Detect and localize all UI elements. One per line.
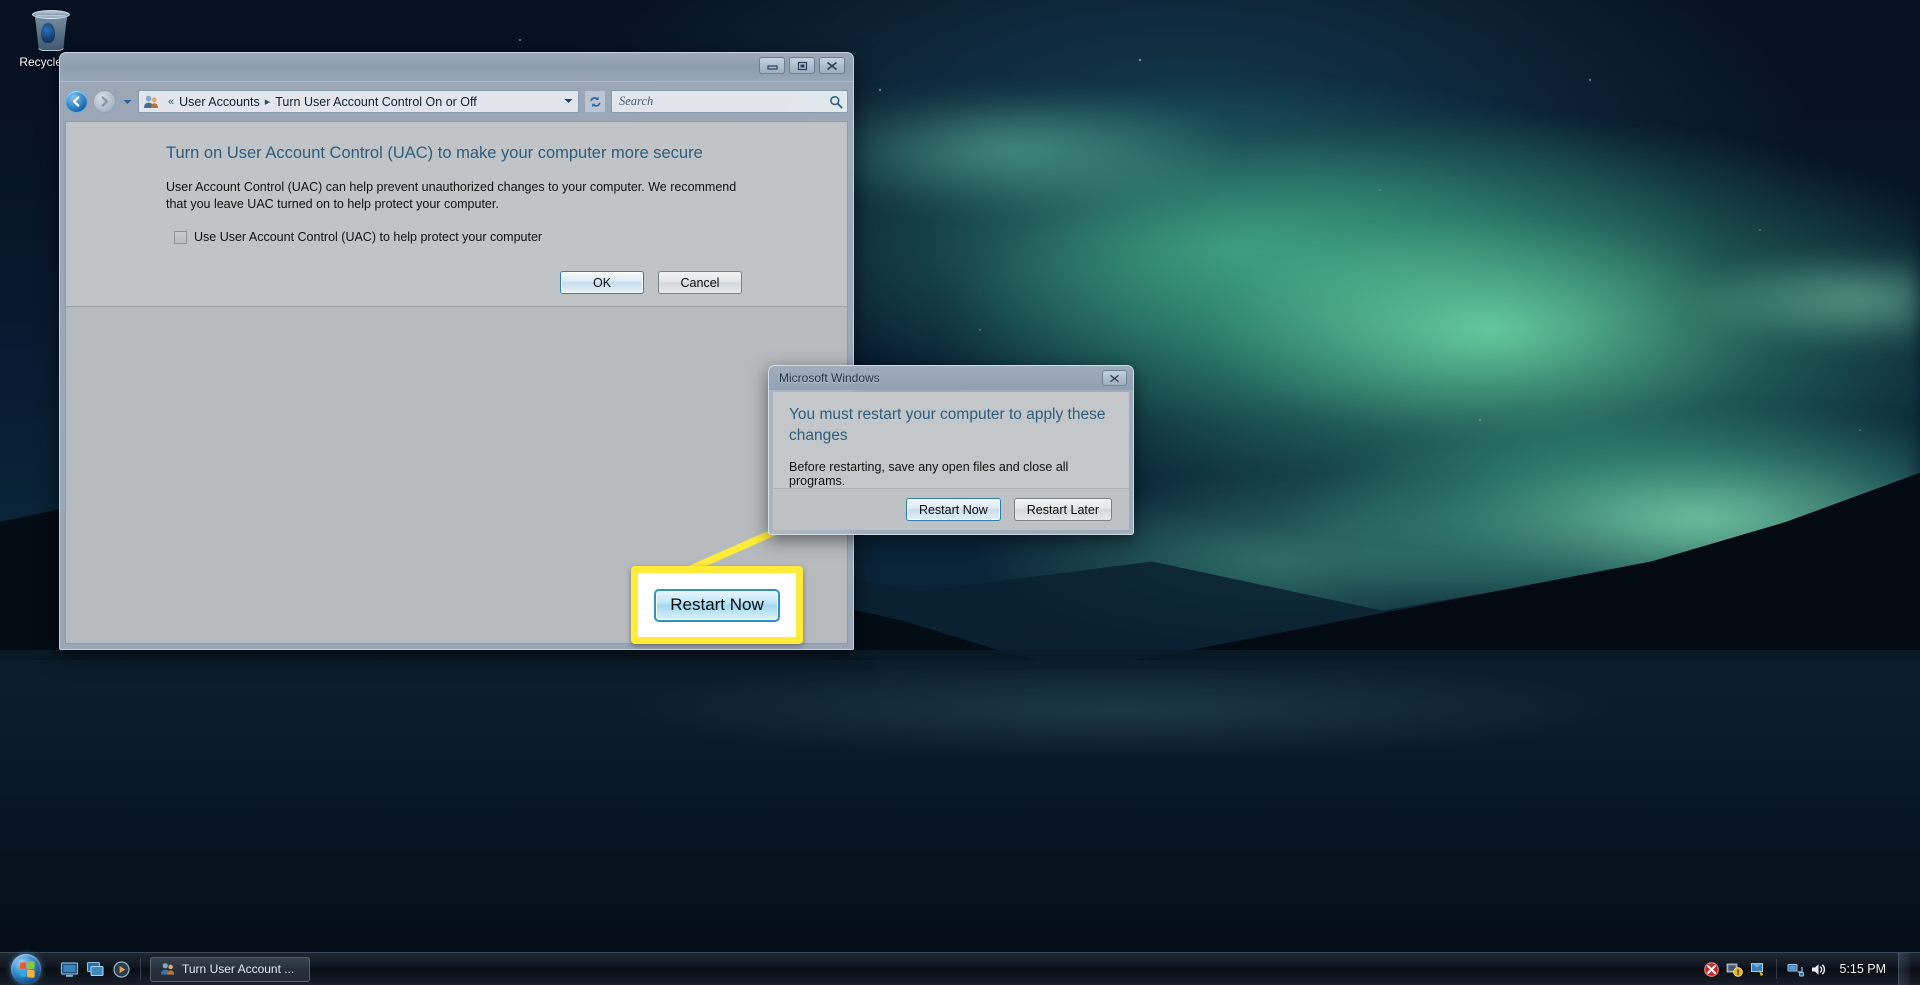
- ok-button[interactable]: OK: [560, 271, 644, 294]
- address-dropdown-chevron-down-icon[interactable]: [561, 97, 576, 106]
- taskbar-button-label: Turn User Account ...: [182, 962, 295, 976]
- uac-checkbox[interactable]: [174, 230, 187, 244]
- show-desktop-icon[interactable]: [60, 960, 79, 979]
- callout-restart-now-button[interactable]: Restart Now: [654, 588, 780, 622]
- uac-settings-panel: Turn on User Account Control (UAC) to ma…: [66, 122, 847, 307]
- user-accounts-icon: [143, 94, 160, 110]
- window-controls[interactable]: [759, 57, 845, 74]
- desktop[interactable]: Recycle Bin « User Accounts ▸ Turn User …: [0, 0, 1920, 985]
- dialog-titlebar[interactable]: Microsoft Windows: [769, 366, 1133, 390]
- wallpaper-lake-reflection: [0, 670, 1920, 830]
- page-description: User Account Control (UAC) can help prev…: [166, 180, 737, 211]
- breadcrumb-turn-uac-on-or-off[interactable]: Turn User Account Control On or Off: [275, 95, 476, 109]
- quick-launch-bar[interactable]: [60, 960, 131, 979]
- dialog-message-area: You must restart your computer to apply …: [773, 392, 1129, 488]
- page-title: Turn on User Account Control (UAC) to ma…: [166, 144, 703, 162]
- restart-required-dialog[interactable]: Microsoft Windows You must restart your …: [768, 365, 1134, 535]
- windows-logo-icon: [11, 954, 41, 984]
- back-button[interactable]: [65, 90, 88, 113]
- taskbar[interactable]: Turn User Account ... 5:15 PM: [0, 952, 1920, 985]
- breadcrumb-overflow[interactable]: «: [168, 96, 174, 108]
- search-input[interactable]: Search: [611, 90, 848, 113]
- uac-checkbox-label: Use User Account Control (UAC) to help p…: [194, 230, 543, 244]
- taskbar-button-user-accounts[interactable]: Turn User Account ...: [150, 956, 310, 982]
- media-player-icon[interactable]: [112, 960, 131, 979]
- close-button[interactable]: [819, 57, 845, 74]
- tray-divider: [1776, 959, 1778, 979]
- search-placeholder: Search: [619, 94, 654, 108]
- forward-button[interactable]: [93, 90, 116, 113]
- start-button[interactable]: [2, 954, 50, 985]
- cancel-button[interactable]: Cancel: [658, 271, 742, 294]
- dialog-subtext: Before restarting, save any open files a…: [789, 460, 1069, 488]
- navigation-bar[interactable]: « User Accounts ▸ Turn User Account Cont…: [65, 86, 848, 117]
- taskbar-divider: [140, 958, 141, 980]
- network-icon[interactable]: [1787, 961, 1805, 978]
- dialog-heading: You must restart your computer to apply …: [789, 406, 1106, 444]
- dialog-body: You must restart your computer to apply …: [773, 392, 1129, 530]
- dialog-title: Microsoft Windows: [779, 371, 880, 385]
- security-alert-icon[interactable]: [1703, 961, 1720, 978]
- windows-update-icon[interactable]: [1726, 961, 1744, 978]
- flag-action-center-icon[interactable]: [1749, 961, 1766, 978]
- volume-icon[interactable]: [1810, 961, 1827, 978]
- search-icon[interactable]: [829, 95, 843, 109]
- refresh-button[interactable]: [584, 90, 606, 113]
- recycle-bin-icon: [31, 10, 71, 52]
- recent-pages-chevron-down-icon[interactable]: [121, 90, 133, 113]
- user-accounts-window[interactable]: « User Accounts ▸ Turn User Account Cont…: [59, 52, 854, 650]
- clock[interactable]: 5:15 PM: [1833, 962, 1886, 976]
- dialog-close-button[interactable]: [1102, 370, 1127, 386]
- uac-checkbox-row[interactable]: Use User Account Control (UAC) to help p…: [66, 230, 847, 244]
- minimize-button[interactable]: [759, 57, 785, 74]
- show-desktop-button[interactable]: [1898, 952, 1910, 985]
- maximize-button[interactable]: [789, 57, 815, 74]
- dialog-button-bar: Restart Now Restart Later: [773, 488, 1129, 530]
- annotation-callout: Restart Now: [631, 566, 803, 644]
- restart-now-button[interactable]: Restart Now: [905, 498, 1001, 521]
- dialog-button-bar: OK Cancel: [66, 271, 847, 307]
- user-accounts-icon: [160, 961, 176, 977]
- system-tray[interactable]: 5:15 PM: [1703, 952, 1920, 985]
- restart-later-button[interactable]: Restart Later: [1013, 498, 1112, 521]
- address-bar[interactable]: « User Accounts ▸ Turn User Account Cont…: [138, 90, 579, 113]
- breadcrumb-user-accounts[interactable]: User Accounts: [179, 95, 260, 109]
- breadcrumb-separator: ▸: [264, 96, 271, 108]
- window-titlebar[interactable]: [60, 53, 853, 82]
- switch-windows-icon[interactable]: [86, 960, 105, 979]
